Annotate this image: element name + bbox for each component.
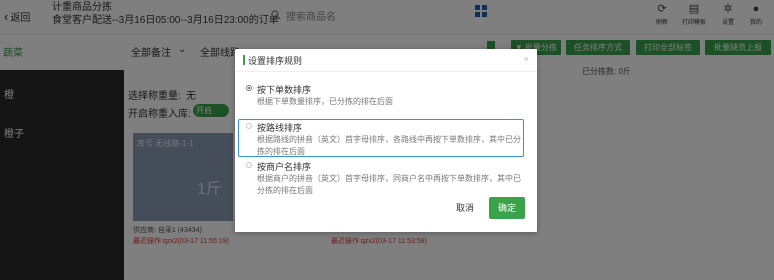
option-by-route[interactable]: 按路线排序 根据路线的拼音（英文）首字母排序，各路线中再按下单数排序，其中已分拣… [235,121,537,156]
dialog-header: 设置排序规则 × [235,49,537,72]
cancel-button[interactable]: 取消 [451,199,479,217]
option-title: 按路线排序 [257,123,303,133]
option-by-merchant-name[interactable]: 按商户名排序 根据商户的拼音（英文）首字母排序，同商户名中再按下单数排序，其中已… [235,160,537,195]
sort-rule-dialog: 设置排序规则 × 按下单数排序 根据下单数量排序，已分拣的排在后面 按路线排序 … [235,49,537,232]
radio-route[interactable] [246,123,252,129]
confirm-button[interactable]: 确定 [489,197,525,219]
close-icon[interactable]: × [524,54,529,64]
radio-merchant-name[interactable] [246,162,252,168]
option-desc: 根据下单数量排序，已分拣的排在后面 [257,97,393,106]
option-desc: 根据商户的拼音（英文）首字母排序，同商户名中再按下单数排序，其中已分拣的排在后面 [257,174,521,195]
radio-order-count[interactable] [246,85,252,91]
option-by-order-count[interactable]: 按下单数排序 根据下单数量排序，已分拣的排在后面 [235,83,537,113]
title-accent-bar [243,55,245,65]
option-desc: 根据路线的拼音（英文）首字母排序，各路线中再按下单数排序，其中已分拣的排在后面 [257,135,521,156]
option-title: 按商户名排序 [257,162,312,172]
dialog-title: 设置排序规则 [248,56,303,66]
option-title: 按下单数排序 [257,85,312,95]
